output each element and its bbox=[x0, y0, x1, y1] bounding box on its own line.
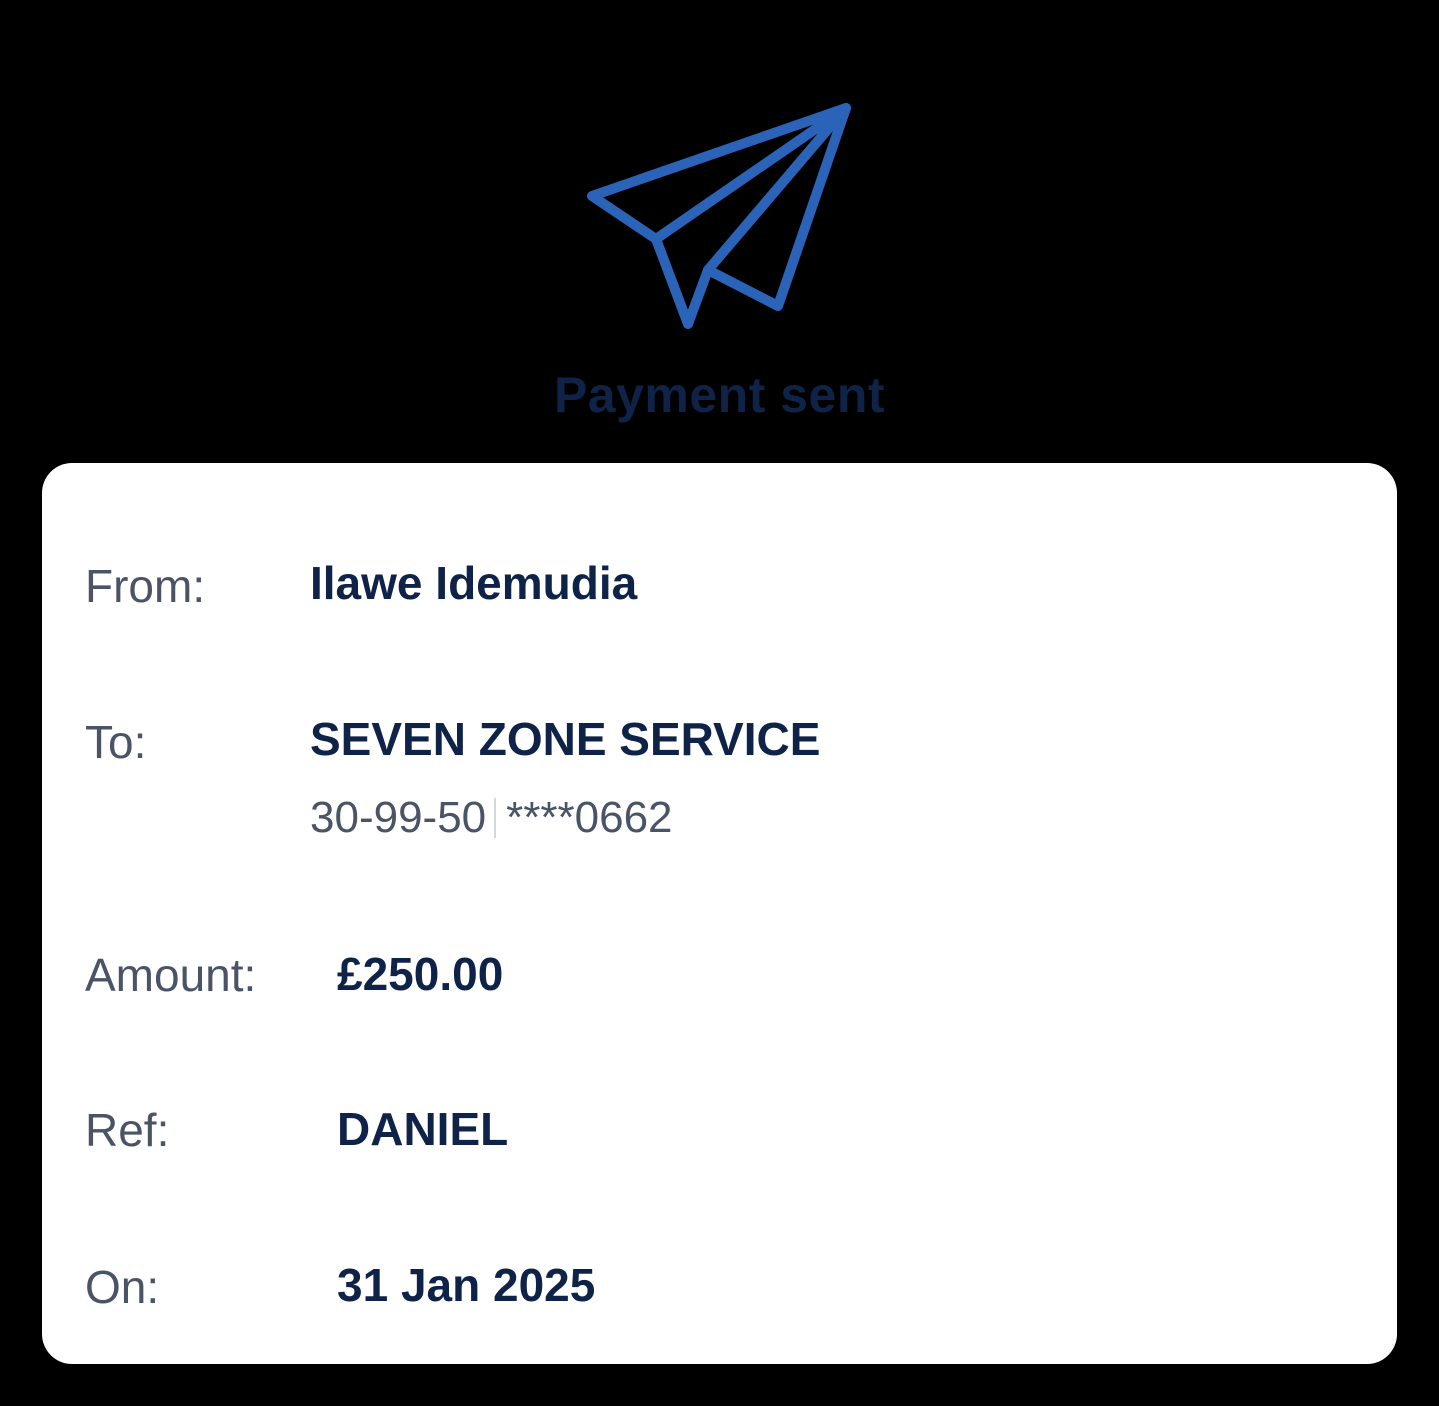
amount-label: Amount: bbox=[85, 949, 257, 1001]
from-label: From: bbox=[85, 560, 206, 612]
account-divider bbox=[494, 798, 497, 838]
ref-value: DANIEL bbox=[337, 1103, 509, 1155]
date-value: 31 Jan 2025 bbox=[337, 1259, 596, 1311]
sort-code: 30-99-50 bbox=[310, 793, 487, 842]
account-details: 30-99-50 ****0662 bbox=[310, 793, 673, 843]
ref-label: Ref: bbox=[85, 1104, 170, 1156]
from-value: Ilawe Idemudia bbox=[310, 557, 638, 609]
paper-plane-icon bbox=[578, 98, 858, 338]
payment-confirmation-screen: Payment sent From: Ilawe Idemudia To: SE… bbox=[0, 0, 1439, 1406]
payment-details-card: From: Ilawe Idemudia To: SEVEN ZONE SERV… bbox=[42, 463, 1397, 1364]
page-title: Payment sent bbox=[553, 367, 886, 423]
to-label: To: bbox=[85, 716, 147, 768]
account-number: ****0662 bbox=[506, 793, 673, 842]
to-value: SEVEN ZONE SERVICE bbox=[310, 713, 821, 765]
amount-value: £250.00 bbox=[337, 948, 504, 1000]
on-label: On: bbox=[85, 1261, 160, 1313]
